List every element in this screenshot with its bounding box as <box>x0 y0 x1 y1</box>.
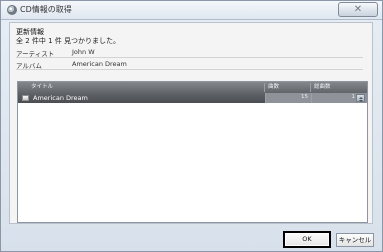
album-row: アルバム American Dream <box>16 58 363 70</box>
album-value: American Dream <box>72 60 127 68</box>
total-count-spinner[interactable] <box>356 94 365 102</box>
album-label: アルバム <box>16 62 42 70</box>
window-title: CD情報の取得 <box>20 5 72 14</box>
total-count: 1 <box>351 94 356 100</box>
row-title: American Dream <box>33 94 88 102</box>
artist-value: John W <box>72 48 95 56</box>
ok-button[interactable]: OK <box>283 231 331 248</box>
table-row[interactable]: American Dream 15 1 <box>18 93 367 103</box>
search-result-text: 全 2 件中 1 件 見つかりました。 <box>16 37 121 45</box>
row-checkbox[interactable] <box>22 95 29 101</box>
track-count: 15 <box>301 94 308 100</box>
column-title[interactable]: タイトル <box>18 83 265 92</box>
results-table: タイトル 曲数 総曲数 American Dream 15 1 <box>17 81 368 223</box>
artist-label: アーティスト <box>16 50 55 58</box>
artist-row: アーティスト John W <box>16 46 363 58</box>
cd-info-dialog: CD情報の取得 ✕ 更新情報 全 2 件中 1 件 見つかりました。 アーティス… <box>0 0 383 252</box>
column-track[interactable]: 曲数 <box>265 83 311 92</box>
table-header: タイトル 曲数 総曲数 <box>18 82 367 93</box>
title-bar: CD情報の取得 ✕ <box>1 1 382 20</box>
track-count-cell: 15 <box>265 93 311 103</box>
cancel-button[interactable]: キャンセル <box>336 233 374 247</box>
close-button[interactable]: ✕ <box>338 2 378 17</box>
column-total[interactable]: 総曲数 <box>311 83 367 92</box>
total-count-cell[interactable]: 1 <box>311 93 367 103</box>
cd-icon <box>7 5 17 15</box>
